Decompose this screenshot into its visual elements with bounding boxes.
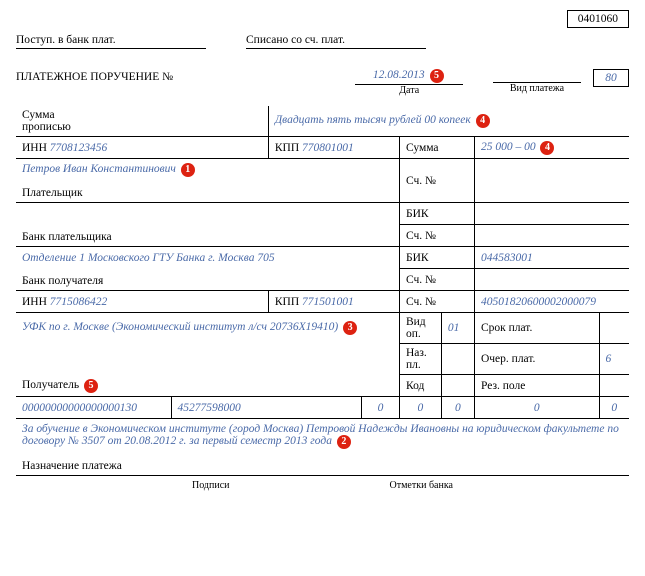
sum-value: 25 000 – 00 xyxy=(481,141,536,153)
badge-1: 1 xyxy=(181,163,195,177)
recip-bank-label: Банк получателя xyxy=(16,269,399,291)
vid-op-value: 01 xyxy=(441,313,474,344)
date-label: Дата xyxy=(355,85,463,96)
recip-bank-acc-label: Сч. № xyxy=(399,269,474,291)
badge-2: 2 xyxy=(337,435,351,449)
recipient-label: Получатель xyxy=(22,379,79,391)
form-number-box: 0401060 xyxy=(567,10,629,28)
purpose-label: Назначение платежа xyxy=(16,452,629,476)
payment-type-label: Вид платежа xyxy=(493,83,581,94)
payer-inn-value: 7708123456 xyxy=(50,142,108,154)
badge-3: 3 xyxy=(343,321,357,335)
vid-op-label: Вид оп. xyxy=(399,313,441,344)
payment-type-value: 80 xyxy=(593,69,629,87)
sum-label: Сумма xyxy=(399,137,474,159)
code-6: 0 xyxy=(474,397,599,419)
badge-4b: 4 xyxy=(540,141,554,155)
payment-order-table: Сумма прописью Двадцать пять тысяч рубле… xyxy=(16,106,629,476)
sum-words-label1: Сумма xyxy=(22,109,55,121)
sum-words-value: Двадцать пять тысяч рублей 00 копеек xyxy=(275,114,471,126)
recip-inn-value: 7715086422 xyxy=(50,296,108,308)
srok-plat-label: Срок плат. xyxy=(474,313,599,344)
payer-kpp-label: КПП xyxy=(275,142,299,154)
recip-kpp-value: 771501001 xyxy=(302,296,354,308)
payer-kpp-value: 770801001 xyxy=(302,142,354,154)
code-7: 0 xyxy=(599,397,629,419)
rez-pole-label: Рез. поле xyxy=(474,375,599,397)
recip-bank-name: Отделение 1 Московского ГТУ Банка г. Мос… xyxy=(16,247,399,269)
recip-bank-bik-value: 044583001 xyxy=(474,247,629,269)
code-3: 0 xyxy=(361,397,399,419)
document-title: ПЛАТЕЖНОЕ ПОРУЧЕНИЕ № xyxy=(16,69,355,83)
payer-bank-acc-label: Сч. № xyxy=(399,225,474,247)
code-4: 0 xyxy=(399,397,441,419)
date-value: 12.08.2013 xyxy=(373,69,425,81)
recip-acc-value: 40501820600002000079 xyxy=(474,291,629,313)
received-bank-label: Поступ. в банк плат. xyxy=(16,34,206,49)
payer-bank-bik-label: БИК xyxy=(399,203,474,225)
recip-name: УФК по г. Москве (Экономический институт… xyxy=(22,321,338,333)
code-1: 00000000000000000130 xyxy=(16,397,171,419)
sum-words-label2: прописью xyxy=(22,121,71,133)
naz-pl-label: Наз. пл. xyxy=(399,344,441,375)
ocher-plat-value: 6 xyxy=(599,344,629,375)
badge-5a: 5 xyxy=(430,69,444,83)
code-2: 45277598000 xyxy=(171,397,361,419)
payer-bank-label: Банк плательщика xyxy=(16,225,399,247)
payer-label: Плательщик xyxy=(16,181,399,203)
written-off-label: Списано со сч. плат. xyxy=(246,34,426,49)
bank-marks-label: Отметки банка xyxy=(390,480,453,491)
code-5: 0 xyxy=(441,397,474,419)
recip-bank-bik-label: БИК xyxy=(399,247,474,269)
recip-acc-label: Сч. № xyxy=(399,291,474,313)
purpose-text: За обучение в Экономическом институте (г… xyxy=(22,423,619,447)
badge-4a: 4 xyxy=(476,114,490,128)
payer-inn-label: ИНН xyxy=(22,142,47,154)
recip-kpp-label: КПП xyxy=(275,296,299,308)
recip-inn-label: ИНН xyxy=(22,296,47,308)
kod-label: Код xyxy=(399,375,441,397)
payer-name: Петров Иван Константинович xyxy=(22,163,176,175)
payer-acc-label: Сч. № xyxy=(399,159,474,203)
signatures-label: Подписи xyxy=(192,480,230,491)
ocher-plat-label: Очер. плат. xyxy=(474,344,599,375)
badge-5b: 5 xyxy=(84,379,98,393)
